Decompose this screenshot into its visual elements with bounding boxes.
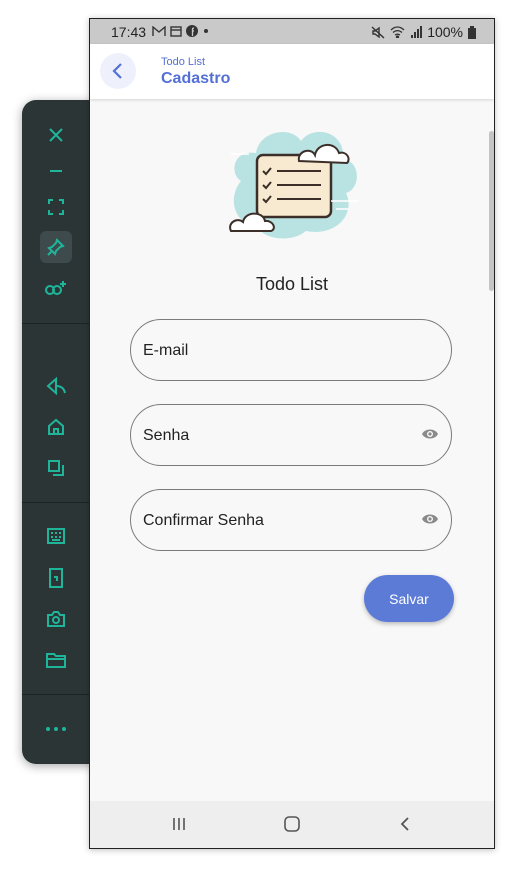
more-icon[interactable] xyxy=(40,713,72,745)
folder-icon[interactable] xyxy=(40,644,72,676)
toolbar-divider xyxy=(22,502,90,503)
status-time: 17:43 xyxy=(111,24,147,40)
form-heading: Todo List xyxy=(255,274,329,294)
status-right: 100% xyxy=(371,24,476,40)
mute-icon xyxy=(371,25,385,39)
phone-screen: 17:43 100% Todo List Cadastro Todo List … xyxy=(89,18,495,849)
eye-icon[interactable] xyxy=(421,427,439,441)
recent-apps-button[interactable] xyxy=(165,813,193,835)
link-icon[interactable] xyxy=(40,272,72,304)
scrollbar[interactable] xyxy=(489,131,494,291)
page-title: Cadastro xyxy=(161,70,231,87)
todo-list-illustration xyxy=(229,131,359,239)
dot-icon xyxy=(204,29,208,33)
confirm-password-field[interactable]: Confirmar Senha xyxy=(130,489,452,551)
signal-icon xyxy=(411,26,423,38)
confirm-password-field-label: Confirmar Senha xyxy=(143,512,264,529)
eye-icon[interactable] xyxy=(421,512,439,526)
notification-icons xyxy=(152,25,210,37)
chevron-left-icon xyxy=(112,63,122,79)
wifi-icon xyxy=(390,26,405,38)
status-bar: 17:43 100% xyxy=(90,19,494,44)
toolbar-divider xyxy=(22,694,90,695)
recent-apps-icon xyxy=(173,818,185,830)
overview-icon[interactable] xyxy=(40,452,72,484)
nav-back-button[interactable] xyxy=(391,813,419,835)
back-icon[interactable] xyxy=(40,370,72,402)
chevron-left-icon xyxy=(400,817,409,831)
gmail-icon xyxy=(152,25,166,36)
app-bar-subtitle: Todo List xyxy=(161,56,206,68)
camera-icon[interactable] xyxy=(40,603,72,635)
fullscreen-icon[interactable] xyxy=(40,191,72,223)
calendar-icon xyxy=(170,26,182,37)
back-button[interactable] xyxy=(100,53,136,89)
home-icon[interactable] xyxy=(40,411,72,443)
password-field-label: Senha xyxy=(143,427,190,444)
close-icon[interactable] xyxy=(40,119,72,151)
system-nav-bar xyxy=(90,801,494,848)
toolbar-divider xyxy=(22,323,90,324)
home-button[interactable] xyxy=(278,813,306,835)
email-field[interactable]: E-mail xyxy=(130,319,452,381)
phone-icon[interactable] xyxy=(40,562,72,594)
minimize-icon[interactable] xyxy=(40,155,72,187)
pin-icon[interactable] xyxy=(40,231,72,263)
battery-icon xyxy=(468,25,476,39)
app-bar: Todo List Cadastro xyxy=(90,44,494,99)
facebook-icon xyxy=(186,25,198,37)
battery-percent: 100% xyxy=(427,24,463,40)
save-button[interactable]: Salvar xyxy=(364,575,454,622)
email-field-label: E-mail xyxy=(143,342,189,359)
password-field[interactable]: Senha xyxy=(130,404,452,466)
keyboard-icon[interactable] xyxy=(40,520,72,552)
home-circle-icon xyxy=(284,816,300,832)
